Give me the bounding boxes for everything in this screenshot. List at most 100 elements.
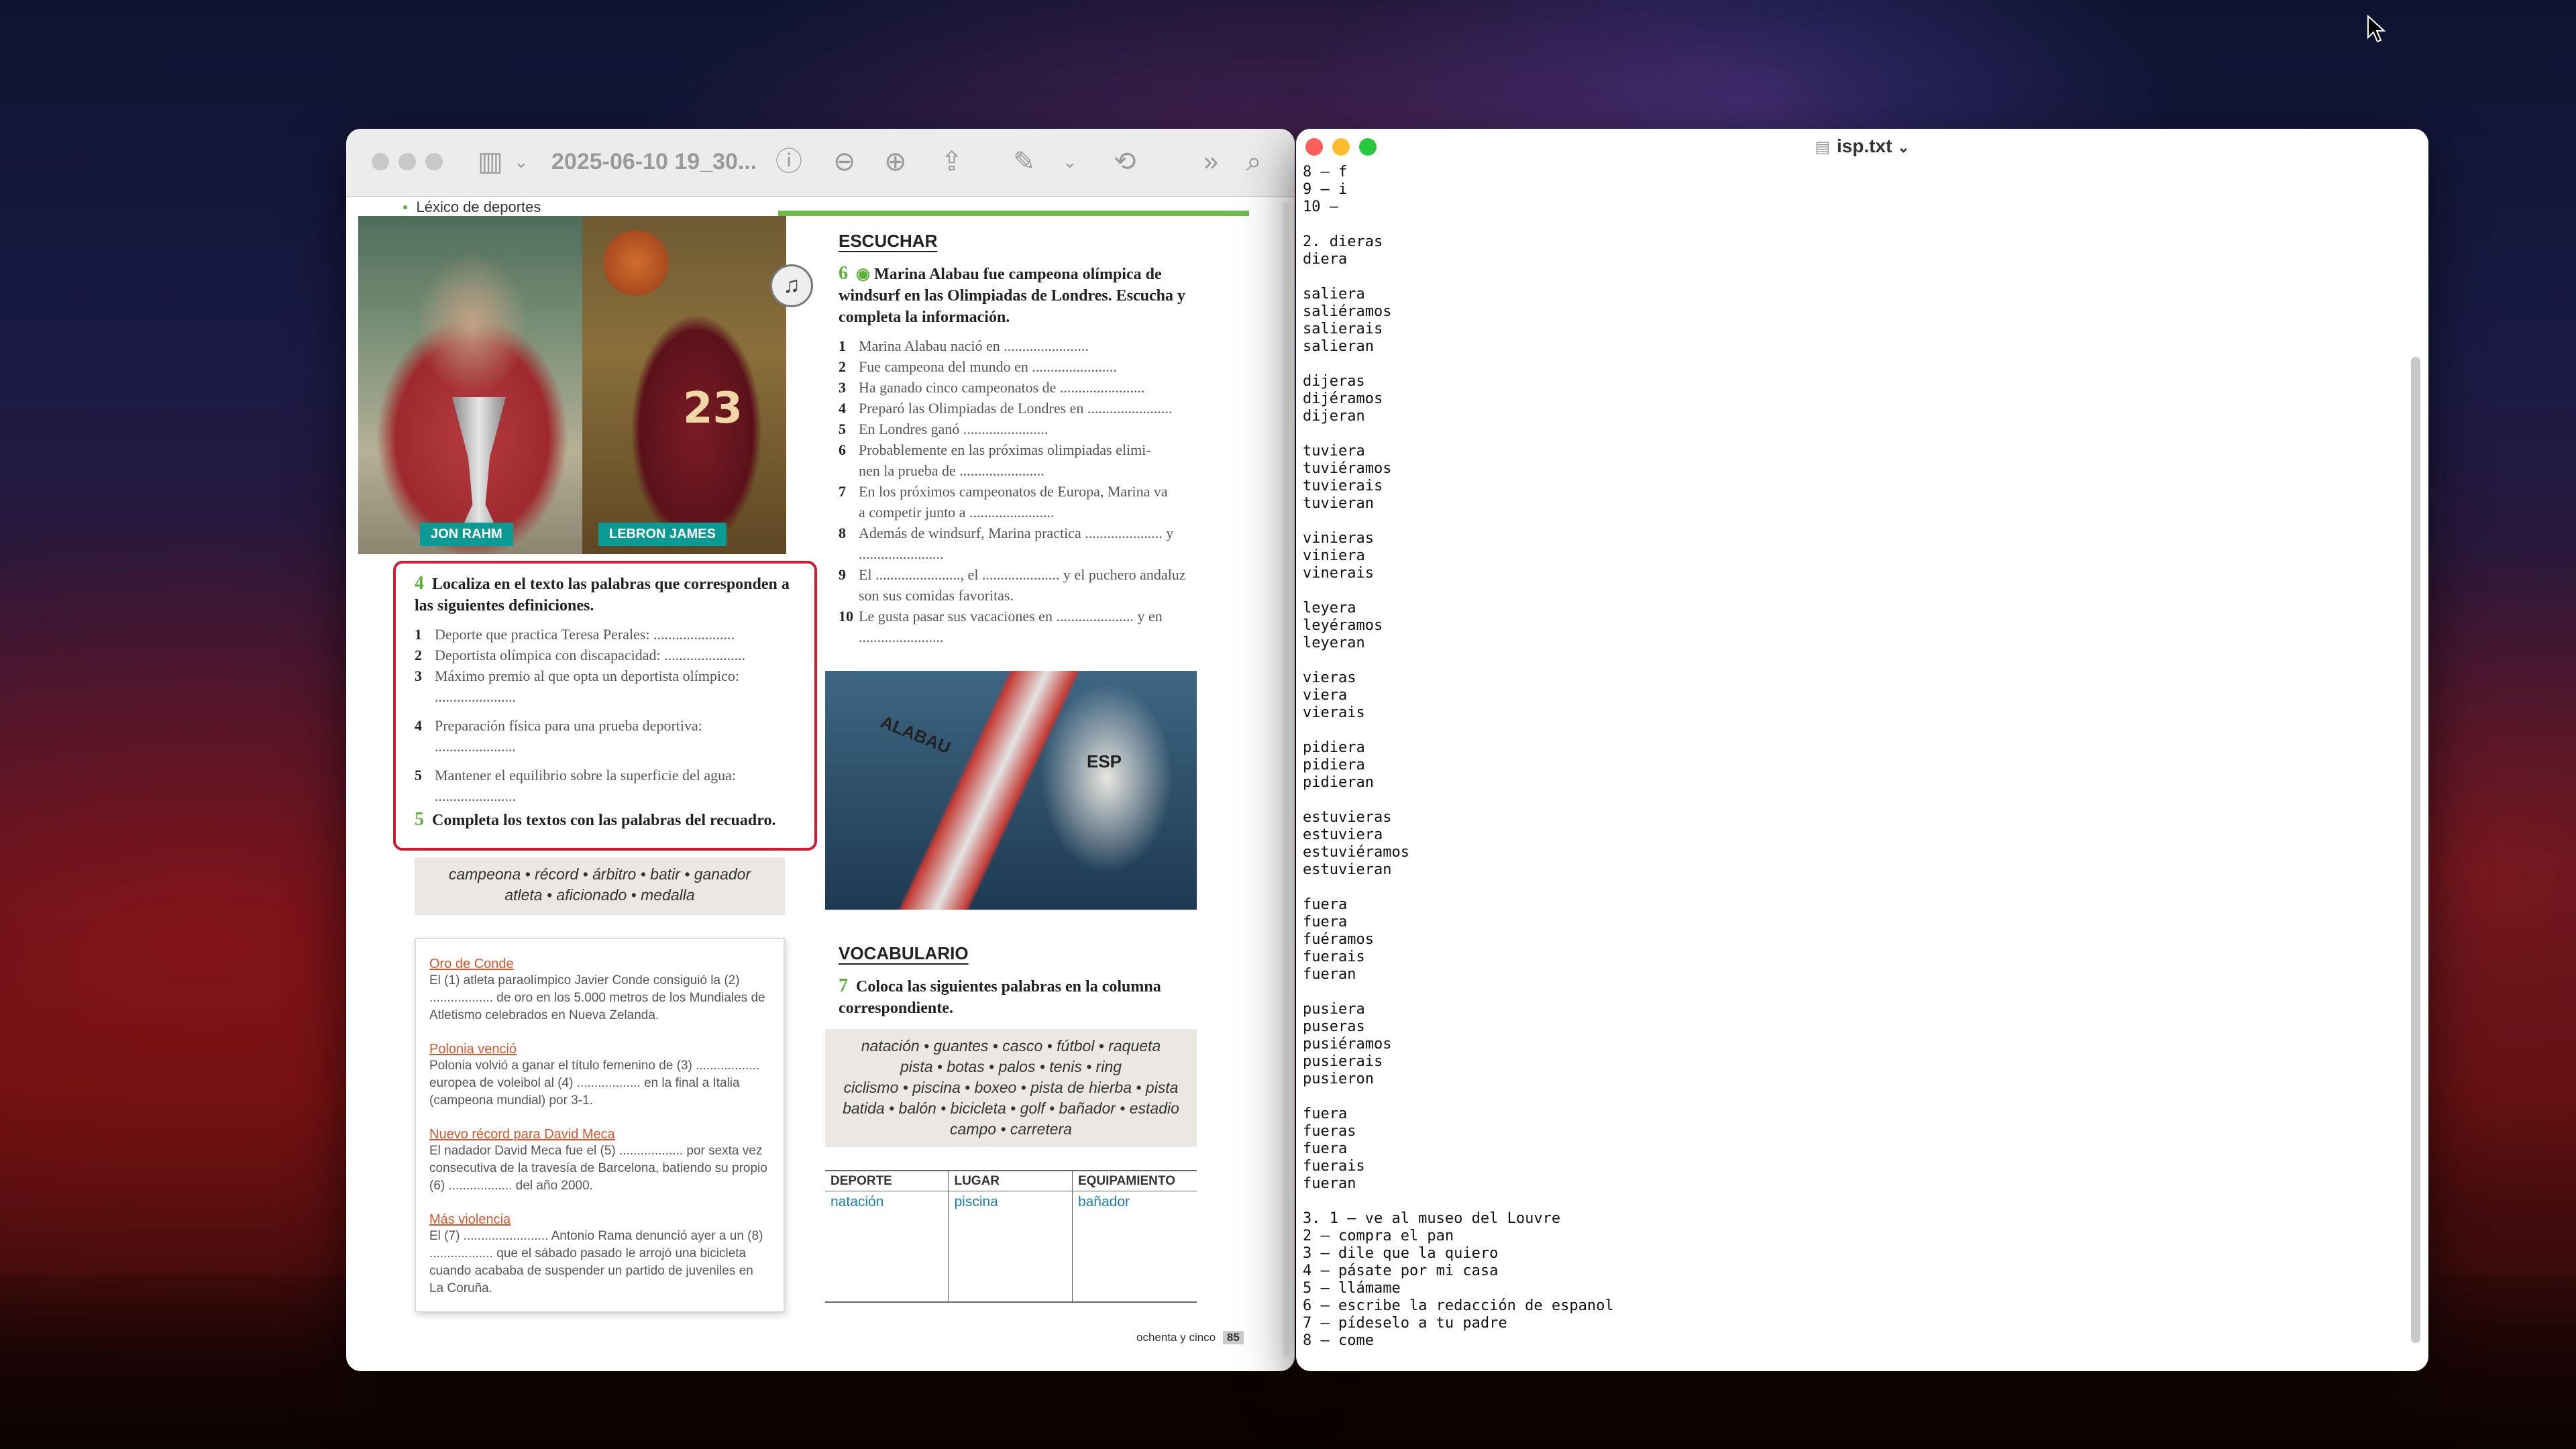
zoom-out-icon[interactable]: ⊖ — [833, 146, 856, 177]
list-item: 6 Probablemente en las próximas olimpiada… — [839, 439, 1186, 460]
exercise-4-text: Localiza en el texto las palabras que co… — [415, 576, 790, 614]
news-body: El nadador David Meca fue el (5) .......… — [429, 1144, 767, 1193]
item-text: Deportista olímpica con discapacidad: ..… — [435, 647, 746, 663]
list-item: 5 En Londres ganó ....................... — [839, 419, 1186, 439]
news-body: El (7) ........................ Antonio … — [429, 1229, 763, 1295]
word-box-line: campeona • récord • árbitro • batir • ga… — [448, 865, 751, 883]
item-text: Deporte que practica Teresa Perales: ...… — [435, 626, 735, 643]
table-cell: piscina — [949, 1191, 1073, 1301]
vocab-table-header: DEPORTE LUGAR EQUIPAMIENTO — [825, 1170, 1197, 1191]
item-text: ....................... — [859, 629, 944, 645]
list-item: 7 En los próximos campeonatos de Europa, … — [839, 481, 1186, 502]
sidebar-toggle-icon[interactable]: ▥ — [478, 146, 503, 177]
list-item — [415, 707, 745, 715]
list-item: ....................... — [839, 627, 1186, 647]
exercise-7-title: 7 Coloca las siguientes palabras en la c… — [839, 975, 1214, 1019]
exercise-4-title: 4 Localiza en el texto las palabras que … — [415, 573, 804, 616]
exercise-7-word-box: natación • guantes • casco • fútbol • ra… — [825, 1029, 1197, 1147]
item-number: 4 — [415, 717, 422, 734]
more-tools-icon[interactable]: » — [1203, 146, 1218, 177]
item-text: En Londres ganó ....................... — [859, 421, 1049, 437]
news-body: Polonia volvió a ganar el título femenin… — [429, 1059, 760, 1108]
column-header: EQUIPAMIENTO — [1077, 1174, 1175, 1188]
preview-window: ▥ ⌄ 2025-06-10 19_30... ⓘ ⊖ ⊕ ⇪ ✎ ⌄ ⟲ » … — [346, 129, 1295, 1371]
document-title: 2025-06-10 19_30... — [551, 149, 757, 174]
trophy-shape — [452, 397, 506, 531]
close-button[interactable] — [372, 153, 389, 170]
item-number: 8 — [839, 525, 846, 541]
list-item: ...................... — [415, 786, 745, 806]
vocabulario-heading: VOCABULARIO — [839, 943, 969, 963]
item-text: En los próximos campeonatos de Europa, M… — [859, 483, 1168, 500]
item-number: 5 — [415, 767, 422, 784]
exercise-7-number: 7 — [839, 975, 848, 996]
word-box-line: ciclismo • piscina • boxeo • pista de hi… — [843, 1079, 1179, 1096]
list-item: 8 Además de windsurf, Marina practica ...… — [839, 523, 1186, 543]
jersey-number: 23 — [683, 384, 743, 433]
jon-rahm-label: JON RAHM — [420, 523, 513, 546]
rotate-icon[interactable]: ⟲ — [1114, 146, 1136, 177]
zoom-button[interactable] — [425, 153, 443, 170]
item-number: 1 — [839, 337, 846, 354]
list-item: ....................... — [839, 543, 1186, 564]
item-text: nen la prueba de ....................... — [859, 462, 1044, 479]
word-box-line: batida • balón • bicicleta • golf • baña… — [843, 1099, 1179, 1117]
list-item: 1 Deporte que practica Teresa Perales: ..… — [415, 624, 745, 645]
news-texts-box: Oro de Conde El (1) atleta paraolímpico J… — [415, 938, 785, 1312]
item-text: ...................... — [435, 738, 516, 755]
pdf-page: Léxico de deportes JON RAHM 23 LEBRON JA… — [356, 197, 1276, 1364]
chevron-down-icon[interactable]: ⌄ — [514, 146, 529, 177]
file-title[interactable]: ▤ isp.txt ⌄ — [1296, 136, 2428, 157]
sail-label: ALABAU — [877, 711, 954, 758]
lebron-james-photo: 23 LEBRON JAMES — [582, 216, 786, 554]
share-icon[interactable]: ⇪ — [941, 146, 963, 177]
table-cell: bañador — [1077, 1194, 1130, 1210]
audio-note-icon[interactable]: ♫ — [770, 264, 813, 307]
search-icon[interactable]: ⌕ — [1246, 146, 1261, 177]
item-number: 2 — [415, 647, 422, 663]
item-number: 3 — [839, 379, 846, 396]
item-text: Preparó las Olimpiadas de Londres en ...… — [859, 400, 1173, 417]
markup-chevron-icon[interactable]: ⌄ — [1063, 146, 1077, 177]
news-headline: Nuevo récord para David Meca — [429, 1127, 615, 1142]
exercise-5-title: 5 Completa los textos con las palabras d… — [415, 809, 804, 831]
item-number: 1 — [415, 626, 422, 643]
word-box-line: natación • guantes • casco • fútbol • ra… — [861, 1037, 1161, 1055]
speaker-icon[interactable]: ◉ — [856, 266, 870, 283]
exercise-5-text: Completa los textos con las palabras del… — [432, 812, 776, 829]
minimize-button[interactable] — [398, 153, 416, 170]
filename: isp.txt — [1837, 136, 1892, 156]
vocab-table-row: natación piscina bañador — [825, 1191, 1197, 1303]
item-text: El ......................., el .........… — [859, 566, 1186, 583]
textedit-window: ▤ isp.txt ⌄ 8 – f 9 – i 10 – 2. dieras di… — [1296, 129, 2428, 1371]
word-box-line: atleta • aficionado • medalla — [504, 886, 695, 904]
item-text: Fue campeona del mundo en ..............… — [859, 358, 1117, 375]
word-box-line: campo • carretera — [950, 1120, 1072, 1138]
footer-text: ochenta y cinco — [1136, 1331, 1216, 1344]
list-item — [415, 757, 745, 765]
item-text: ...................... — [435, 688, 516, 705]
preview-toolbar: ▥ ⌄ 2025-06-10 19_30... ⓘ ⊖ ⊕ ⇪ ✎ ⌄ ⟲ » … — [346, 129, 1295, 197]
item-text: Marina Alabau nació en .................… — [859, 337, 1089, 354]
textedit-scrollbar[interactable] — [2411, 357, 2420, 1343]
item-text: Ha ganado cinco campeonatos de .........… — [859, 379, 1145, 396]
markup-pen-icon[interactable]: ✎ — [1013, 146, 1036, 177]
page-number: 85 — [1222, 1331, 1244, 1344]
info-icon[interactable]: ⓘ — [775, 146, 802, 177]
item-text: ....................... — [859, 545, 944, 562]
item-number: 3 — [415, 667, 422, 684]
list-item: 3 Máximo premio al que opta un deportista… — [415, 665, 745, 686]
item-number: 5 — [839, 421, 846, 437]
exercise-6-text: Marina Alabau fue campeona olímpica de w… — [839, 266, 1185, 326]
preview-scrollbar[interactable] — [1283, 203, 1289, 1356]
mouse-cursor-icon — [2367, 15, 2386, 43]
list-item: 4 Preparación física para una prueba depo… — [415, 715, 745, 736]
exercise-6-title: 6 ◉ Marina Alabau fue campeona olímpica … — [839, 263, 1214, 328]
page-footer: ochenta y cinco 85 — [1136, 1331, 1244, 1344]
item-number: 7 — [839, 483, 846, 500]
zoom-in-icon[interactable]: ⊕ — [884, 146, 907, 177]
word-box-line: pista • botas • palos • tenis • ring — [900, 1058, 1122, 1075]
table-cell: natación — [825, 1191, 949, 1301]
text-editor-content[interactable]: 8 – f 9 – i 10 – 2. dieras diera saliera… — [1303, 164, 2390, 1364]
item-text: a competir junto a .....................… — [859, 504, 1055, 521]
